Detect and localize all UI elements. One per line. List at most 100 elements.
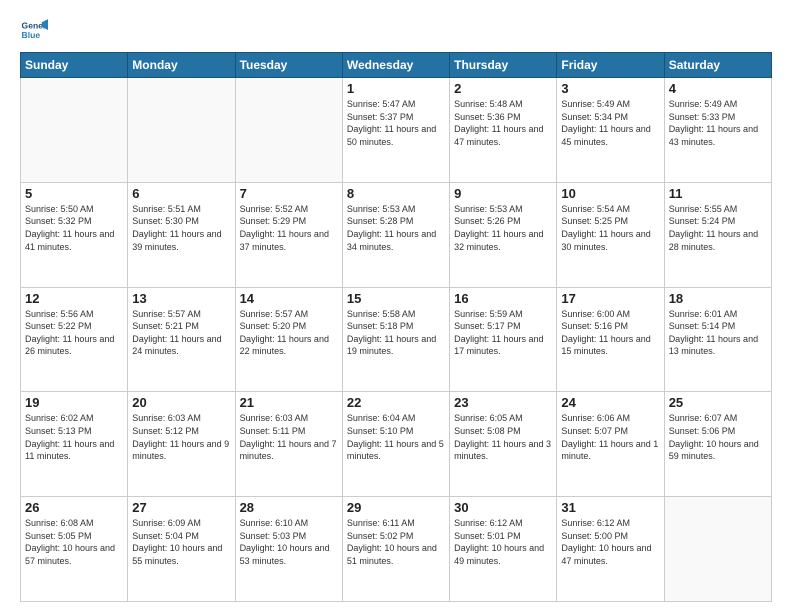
cell-info-text: Sunrise: 5:55 AM Sunset: 5:24 PM Dayligh… <box>669 203 767 253</box>
cell-info-text: Sunrise: 6:05 AM Sunset: 5:08 PM Dayligh… <box>454 412 552 462</box>
cell-info-text: Sunrise: 5:57 AM Sunset: 5:21 PM Dayligh… <box>132 308 230 358</box>
cell-day-number: 1 <box>347 81 445 96</box>
calendar-cell: 22Sunrise: 6:04 AM Sunset: 5:10 PM Dayli… <box>342 392 449 497</box>
calendar-cell: 24 Sunrise: 6:06 AM Sunset: 5:07 PM Dayli… <box>557 392 664 497</box>
calendar-cell: 26 Sunrise: 6:08 AM Sunset: 5:05 PM Dayli… <box>21 497 128 602</box>
cell-info-text: Sunrise: 6:01 AM Sunset: 5:14 PM Dayligh… <box>669 308 767 358</box>
calendar-cell <box>21 78 128 183</box>
week-row-5: 26 Sunrise: 6:08 AM Sunset: 5:05 PM Dayli… <box>21 497 772 602</box>
cell-info-text: Sunrise: 5:52 AM Sunset: 5:29 PM Dayligh… <box>240 203 338 253</box>
calendar-cell: 4 Sunrise: 5:49 AM Sunset: 5:33 PM Daylig… <box>664 78 771 183</box>
cell-info-text: Sunrise: 6:04 AM Sunset: 5:10 PM Dayligh… <box>347 412 445 462</box>
calendar-cell: 6 Sunrise: 5:51 AM Sunset: 5:30 PM Daylig… <box>128 182 235 287</box>
cell-day-number: 2 <box>454 81 552 96</box>
cell-info-text: Sunrise: 5:58 AM Sunset: 5:18 PM Dayligh… <box>347 308 445 358</box>
weekday-header-row: SundayMondayTuesdayWednesdayThursdayFrid… <box>21 53 772 78</box>
weekday-header-sunday: Sunday <box>21 53 128 78</box>
page: General Blue SundayMondayTuesdayWednesda… <box>0 0 792 612</box>
cell-info-text: Sunrise: 5:53 AM Sunset: 5:28 PM Dayligh… <box>347 203 445 253</box>
weekday-header-monday: Monday <box>128 53 235 78</box>
cell-day-number: 24 <box>561 395 659 410</box>
cell-day-number: 5 <box>25 186 123 201</box>
calendar-cell: 17Sunrise: 6:00 AM Sunset: 5:16 PM Dayli… <box>557 287 664 392</box>
cell-day-number: 20 <box>132 395 230 410</box>
calendar-cell: 10 Sunrise: 5:54 AM Sunset: 5:25 PM Dayli… <box>557 182 664 287</box>
cell-day-number: 25 <box>669 395 767 410</box>
cell-info-text: Sunrise: 6:00 AM Sunset: 5:16 PM Dayligh… <box>561 308 659 358</box>
cell-info-text: Sunrise: 5:57 AM Sunset: 5:20 PM Dayligh… <box>240 308 338 358</box>
calendar-cell: 1Sunrise: 5:47 AM Sunset: 5:37 PM Daylig… <box>342 78 449 183</box>
weekday-header-saturday: Saturday <box>664 53 771 78</box>
cell-info-text: Sunrise: 5:48 AM Sunset: 5:36 PM Dayligh… <box>454 98 552 148</box>
week-row-1: 1Sunrise: 5:47 AM Sunset: 5:37 PM Daylig… <box>21 78 772 183</box>
cell-info-text: Sunrise: 6:10 AM Sunset: 5:03 PM Dayligh… <box>240 517 338 567</box>
week-row-3: 12 Sunrise: 5:56 AM Sunset: 5:22 PM Dayli… <box>21 287 772 392</box>
cell-info-text: Sunrise: 5:51 AM Sunset: 5:30 PM Dayligh… <box>132 203 230 253</box>
cell-day-number: 18 <box>669 291 767 306</box>
cell-info-text: Sunrise: 6:08 AM Sunset: 5:05 PM Dayligh… <box>25 517 123 567</box>
calendar-cell: 13 Sunrise: 5:57 AM Sunset: 5:21 PM Dayli… <box>128 287 235 392</box>
cell-info-text: Sunrise: 5:49 AM Sunset: 5:33 PM Dayligh… <box>669 98 767 148</box>
calendar-cell <box>128 78 235 183</box>
calendar-cell: 30 Sunrise: 6:12 AM Sunset: 5:01 PM Dayli… <box>450 497 557 602</box>
cell-day-number: 27 <box>132 500 230 515</box>
weekday-header-thursday: Thursday <box>450 53 557 78</box>
weekday-header-friday: Friday <box>557 53 664 78</box>
cell-day-number: 21 <box>240 395 338 410</box>
cell-info-text: Sunrise: 5:49 AM Sunset: 5:34 PM Dayligh… <box>561 98 659 148</box>
cell-day-number: 31 <box>561 500 659 515</box>
cell-info-text: Sunrise: 5:54 AM Sunset: 5:25 PM Dayligh… <box>561 203 659 253</box>
calendar-cell: 3Sunrise: 5:49 AM Sunset: 5:34 PM Daylig… <box>557 78 664 183</box>
cell-info-text: Sunrise: 6:12 AM Sunset: 5:01 PM Dayligh… <box>454 517 552 567</box>
cell-info-text: Sunrise: 6:03 AM Sunset: 5:11 PM Dayligh… <box>240 412 338 462</box>
cell-day-number: 26 <box>25 500 123 515</box>
calendar-cell: 11 Sunrise: 5:55 AM Sunset: 5:24 PM Dayli… <box>664 182 771 287</box>
calendar-table: SundayMondayTuesdayWednesdayThursdayFrid… <box>20 52 772 602</box>
calendar-cell: 2 Sunrise: 5:48 AM Sunset: 5:36 PM Daylig… <box>450 78 557 183</box>
cell-info-text: Sunrise: 5:56 AM Sunset: 5:22 PM Dayligh… <box>25 308 123 358</box>
calendar-cell: 5Sunrise: 5:50 AM Sunset: 5:32 PM Daylig… <box>21 182 128 287</box>
calendar-cell: 18 Sunrise: 6:01 AM Sunset: 5:14 PM Dayli… <box>664 287 771 392</box>
cell-day-number: 4 <box>669 81 767 96</box>
logo-icon: General Blue <box>20 16 48 44</box>
calendar-cell: 21 Sunrise: 6:03 AM Sunset: 5:11 PM Dayli… <box>235 392 342 497</box>
cell-info-text: Sunrise: 5:53 AM Sunset: 5:26 PM Dayligh… <box>454 203 552 253</box>
cell-info-text: Sunrise: 6:09 AM Sunset: 5:04 PM Dayligh… <box>132 517 230 567</box>
weekday-header-wednesday: Wednesday <box>342 53 449 78</box>
calendar-cell: 29 Sunrise: 6:11 AM Sunset: 5:02 PM Dayli… <box>342 497 449 602</box>
cell-day-number: 8 <box>347 186 445 201</box>
cell-day-number: 11 <box>669 186 767 201</box>
cell-day-number: 23 <box>454 395 552 410</box>
calendar-cell: 28Sunrise: 6:10 AM Sunset: 5:03 PM Dayli… <box>235 497 342 602</box>
cell-info-text: Sunrise: 5:59 AM Sunset: 5:17 PM Dayligh… <box>454 308 552 358</box>
header: General Blue <box>20 16 772 44</box>
cell-day-number: 10 <box>561 186 659 201</box>
cell-day-number: 13 <box>132 291 230 306</box>
cell-info-text: Sunrise: 6:12 AM Sunset: 5:00 PM Dayligh… <box>561 517 659 567</box>
weekday-header-tuesday: Tuesday <box>235 53 342 78</box>
cell-day-number: 19 <box>25 395 123 410</box>
calendar-cell: 19 Sunrise: 6:02 AM Sunset: 5:13 PM Dayli… <box>21 392 128 497</box>
calendar-cell <box>664 497 771 602</box>
cell-info-text: Sunrise: 6:03 AM Sunset: 5:12 PM Dayligh… <box>132 412 230 462</box>
cell-day-number: 6 <box>132 186 230 201</box>
cell-day-number: 12 <box>25 291 123 306</box>
cell-day-number: 29 <box>347 500 445 515</box>
cell-day-number: 16 <box>454 291 552 306</box>
cell-info-text: Sunrise: 6:11 AM Sunset: 5:02 PM Dayligh… <box>347 517 445 567</box>
cell-day-number: 7 <box>240 186 338 201</box>
calendar-cell: 23 Sunrise: 6:05 AM Sunset: 5:08 PM Dayli… <box>450 392 557 497</box>
calendar-cell: 25 Sunrise: 6:07 AM Sunset: 5:06 PM Dayli… <box>664 392 771 497</box>
cell-day-number: 9 <box>454 186 552 201</box>
cell-day-number: 14 <box>240 291 338 306</box>
calendar-cell: 7 Sunrise: 5:52 AM Sunset: 5:29 PM Daylig… <box>235 182 342 287</box>
cell-info-text: Sunrise: 6:02 AM Sunset: 5:13 PM Dayligh… <box>25 412 123 462</box>
cell-info-text: Sunrise: 6:06 AM Sunset: 5:07 PM Dayligh… <box>561 412 659 462</box>
week-row-4: 19 Sunrise: 6:02 AM Sunset: 5:13 PM Dayli… <box>21 392 772 497</box>
week-row-2: 5Sunrise: 5:50 AM Sunset: 5:32 PM Daylig… <box>21 182 772 287</box>
svg-text:Blue: Blue <box>22 30 41 40</box>
calendar-cell <box>235 78 342 183</box>
cell-day-number: 30 <box>454 500 552 515</box>
cell-info-text: Sunrise: 6:07 AM Sunset: 5:06 PM Dayligh… <box>669 412 767 462</box>
calendar-cell: 14 Sunrise: 5:57 AM Sunset: 5:20 PM Dayli… <box>235 287 342 392</box>
